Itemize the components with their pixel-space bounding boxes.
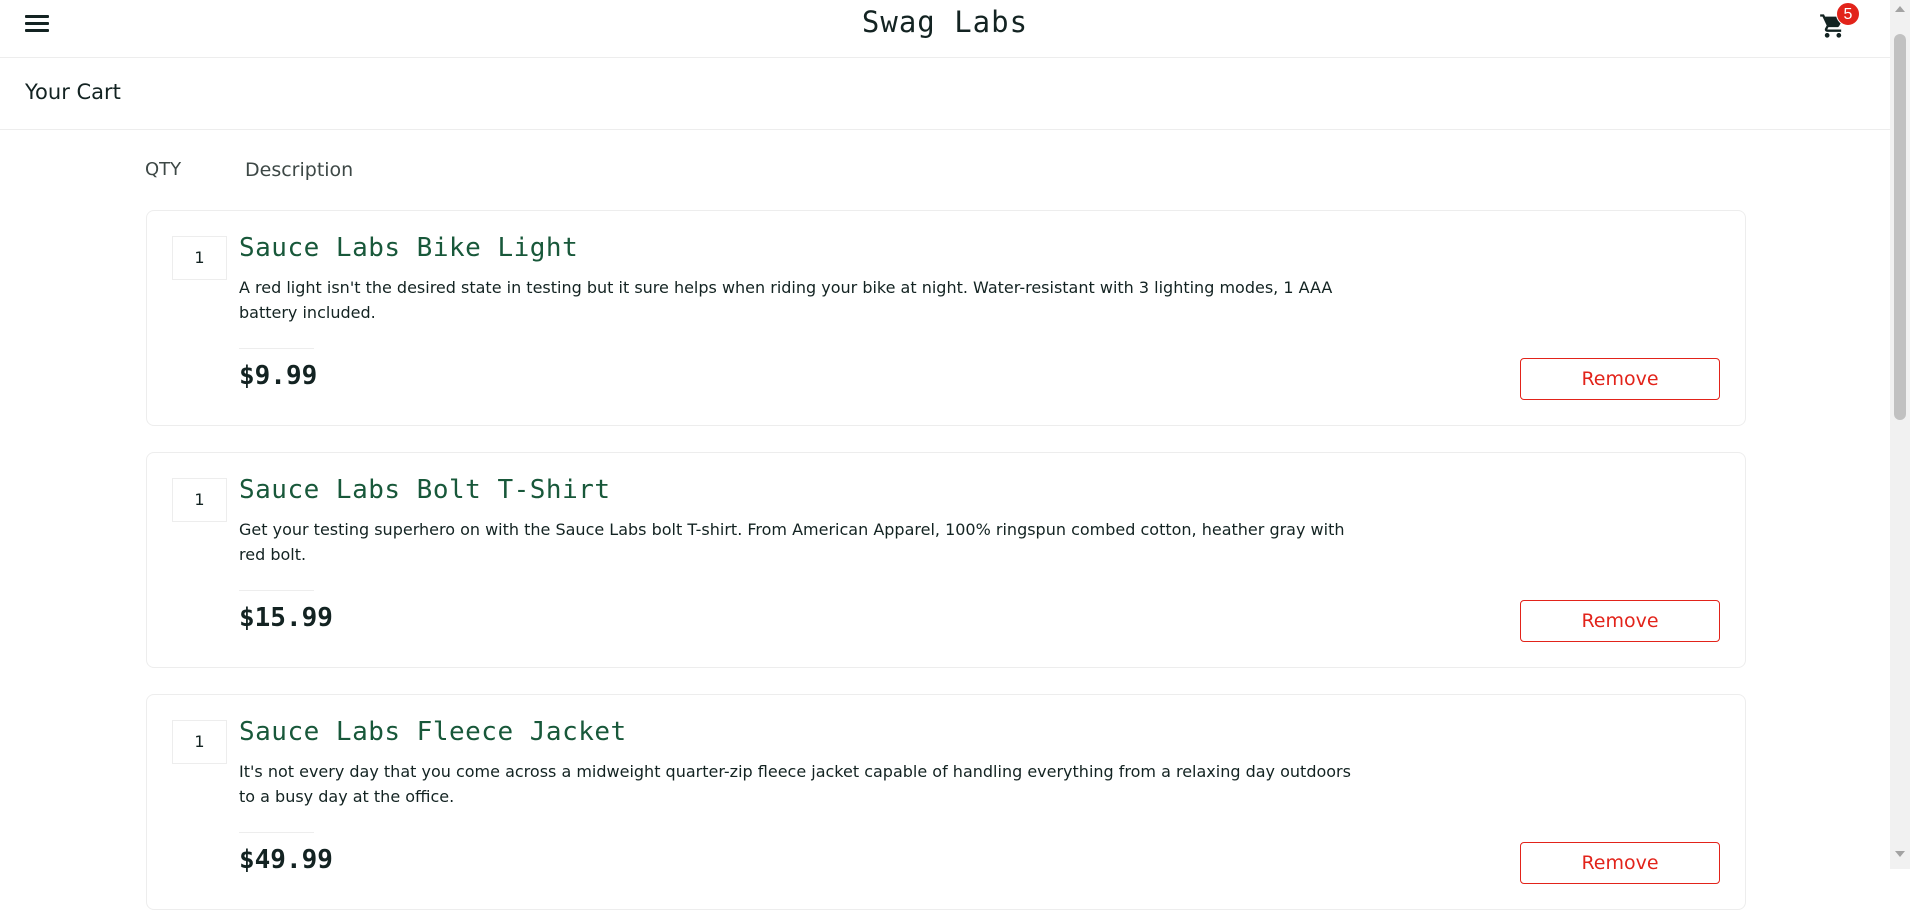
item-description: Get your testing superhero on with the S… xyxy=(239,520,1345,564)
page-title: Your Cart xyxy=(25,80,121,104)
item-description: A red light isn't the desired state in t… xyxy=(239,278,1333,322)
price-divider xyxy=(239,832,314,833)
primary-header: Swag Labs 5 xyxy=(0,0,1890,58)
cart-item: 1 Sauce Labs Bolt T-Shirt Get your testi… xyxy=(146,452,1746,668)
item-name-link[interactable]: Sauce Labs Bolt T-Shirt xyxy=(239,475,611,505)
item-price: $15.99 xyxy=(239,603,333,633)
item-name-link[interactable]: Sauce Labs Fleece Jacket xyxy=(239,717,627,747)
price-divider xyxy=(239,348,314,349)
cart-badge: 5 xyxy=(1836,2,1860,26)
vertical-scrollbar[interactable] xyxy=(1890,0,1910,869)
cart-quantity: 1 xyxy=(172,720,227,764)
shopping-cart-link[interactable]: 5 xyxy=(1818,2,1868,42)
remove-button[interactable]: Remove xyxy=(1520,842,1720,884)
remove-button[interactable]: Remove xyxy=(1520,358,1720,400)
item-price: $49.99 xyxy=(239,845,333,875)
cart-item: 1 Sauce Labs Fleece Jacket It's not ever… xyxy=(146,694,1746,910)
cart-quantity: 1 xyxy=(172,478,227,522)
app-logo: Swag Labs xyxy=(861,5,1029,39)
description-column-label: Description xyxy=(245,159,354,181)
scroll-up-arrow-icon[interactable] xyxy=(1895,6,1905,12)
cart-quantity: 1 xyxy=(172,236,227,280)
item-name-link[interactable]: Sauce Labs Bike Light xyxy=(239,233,578,263)
scroll-down-arrow-icon[interactable] xyxy=(1895,851,1905,857)
cart-item: 1 Sauce Labs Bike Light A red light isn'… xyxy=(146,210,1746,426)
qty-column-label: QTY xyxy=(145,159,182,180)
remove-button[interactable]: Remove xyxy=(1520,600,1720,642)
price-divider xyxy=(239,590,314,591)
scrollbar-thumb[interactable] xyxy=(1894,34,1906,420)
item-description: It's not every day that you come across … xyxy=(239,762,1351,806)
item-price: $9.99 xyxy=(239,361,318,391)
secondary-header: Your Cart xyxy=(0,59,1890,130)
